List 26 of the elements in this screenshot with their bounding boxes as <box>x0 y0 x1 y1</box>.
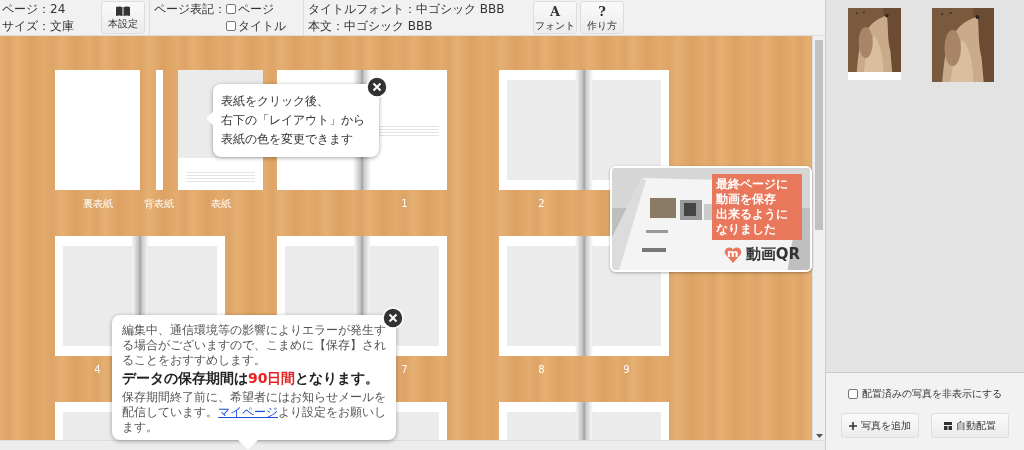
title-font: タイトルフォント：中ゴシック BBB <box>308 2 506 16</box>
tooltip-text: 表紙をクリック後、 <box>221 93 330 110</box>
notice-text: 編集中、通信環境等の影響によりエラーが発生する場合がございますので、こまめに【保存】されることをおすすめします。 <box>122 323 386 368</box>
page-count: ページ：24 <box>2 2 67 16</box>
page-label: 裏表紙 <box>82 198 113 210</box>
body-font: 本文：中ゴシック BBB <box>308 19 434 33</box>
page-label: 背表紙 <box>144 198 174 210</box>
book-size: サイズ：文庫 <box>2 19 75 33</box>
checkbox-label: タイトル <box>238 19 286 33</box>
page-label: 7 <box>401 364 408 376</box>
logo-mark: m <box>726 247 739 259</box>
page-label: 表紙 <box>210 198 231 210</box>
logo-text: 動画QR <box>745 245 800 264</box>
tooltip-text: 表紙の色を変更できます <box>221 131 354 148</box>
tooltip-text: 右下の「レイアウト」から <box>221 112 366 129</box>
checkbox-label: ページ <box>238 2 274 16</box>
page-notation-label: ページ表記： <box>154 2 226 16</box>
page-label: 9 <box>623 364 630 376</box>
page-label: 8 <box>538 364 545 376</box>
page-label: 4 <box>94 364 101 376</box>
checkbox-label: 配置済みの写真を非表示にする <box>862 387 1002 401</box>
notice-text: 保存期間終了前に、希望者にはお知らせメールを配信しています。マイページより設定をお願いします。 <box>122 390 386 435</box>
page-label: 1 <box>401 198 408 210</box>
page-label: 2 <box>538 198 545 210</box>
callout-text: 最終ページに 動画を保存 出来るように なりました <box>712 174 802 240</box>
notice-heading: データの保存期間は90日間 となります。 <box>122 370 381 387</box>
